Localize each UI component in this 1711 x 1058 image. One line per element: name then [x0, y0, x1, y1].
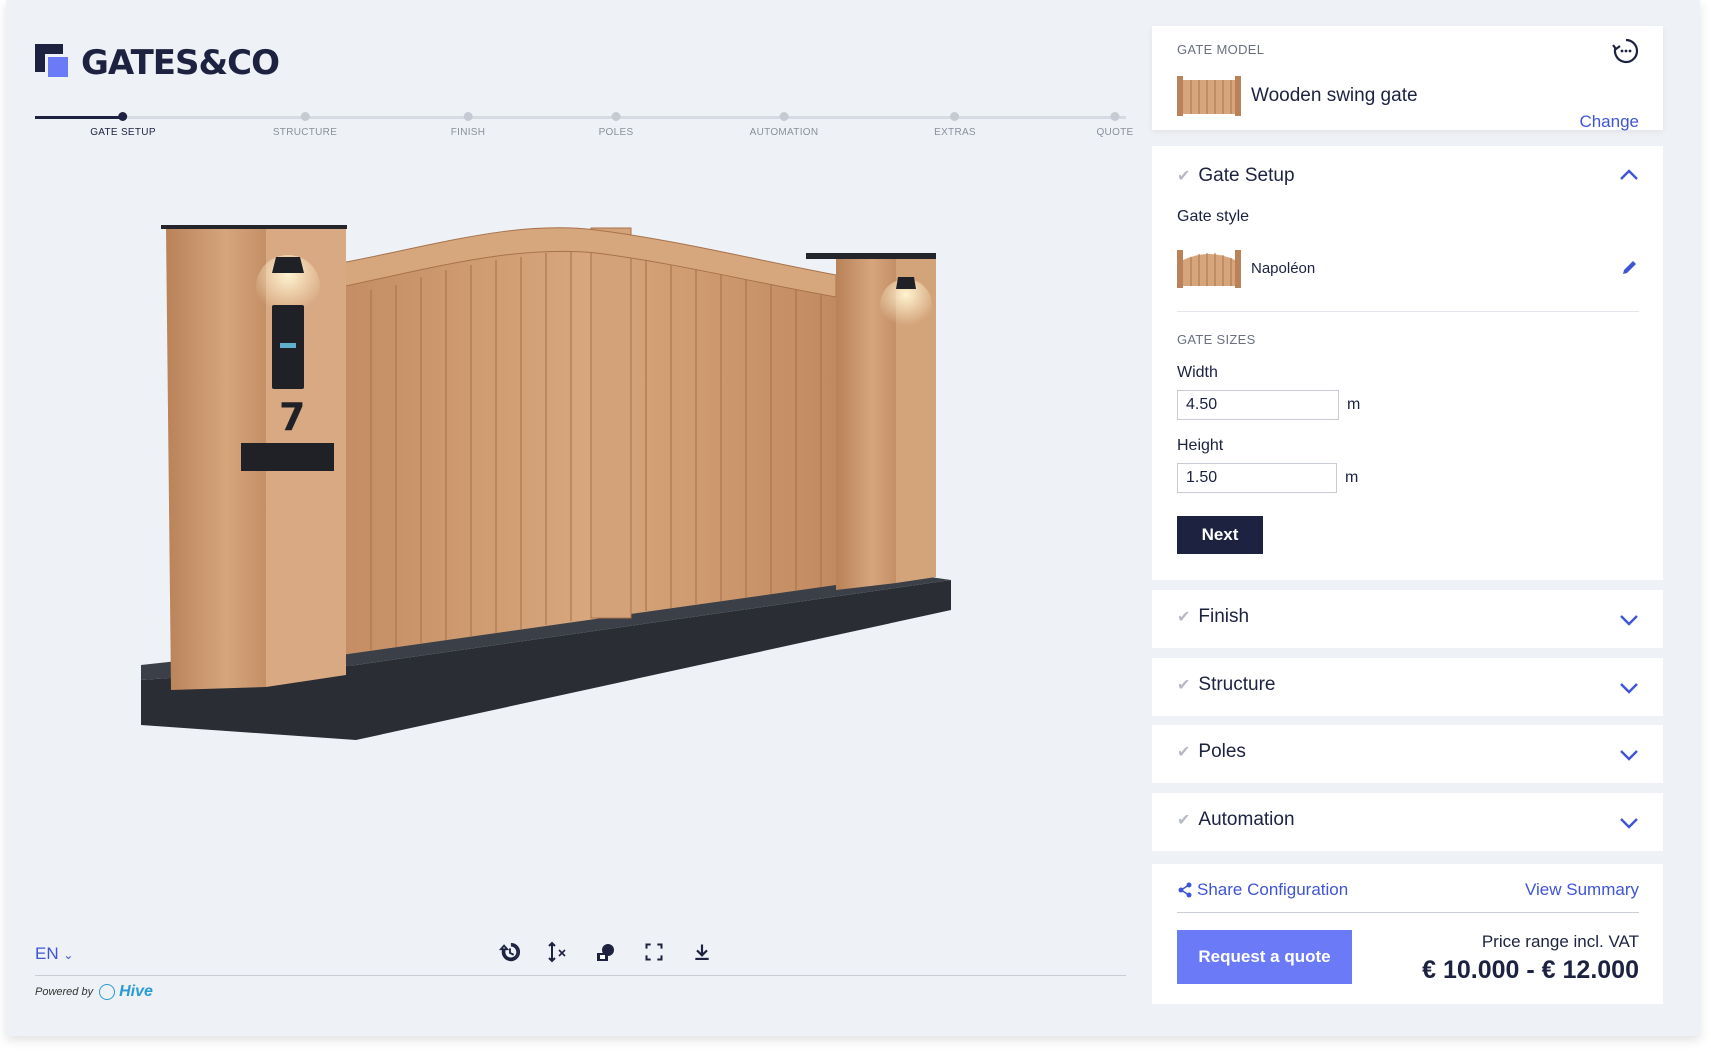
price-range-value: € 10.000 - € 12.000 — [1422, 956, 1639, 984]
step-poles[interactable]: POLES — [599, 112, 634, 138]
gate-panel — [341, 227, 836, 655]
share-configuration-link[interactable]: Share Configuration — [1177, 880, 1348, 900]
chevron-up-icon[interactable] — [1619, 169, 1639, 181]
gate-style-thumbnail — [1177, 250, 1241, 288]
check-icon: ✔ — [1177, 744, 1191, 761]
height-unit: m — [1345, 469, 1359, 486]
chevron-down-icon[interactable] — [1619, 749, 1639, 761]
step-automation[interactable]: AUTOMATION — [750, 112, 819, 138]
gate-model-name: Wooden swing gate — [1251, 85, 1418, 106]
hive-brand-link[interactable]: Hive — [99, 983, 153, 1001]
finish-header: ✔ Finish — [1177, 606, 1250, 627]
quote-footer: Share Configuration View Summary Request… — [1152, 864, 1663, 1004]
restore-icon[interactable] — [1611, 36, 1641, 66]
gate-setup-header[interactable]: ✔ Gate Setup — [1177, 165, 1295, 187]
height-input[interactable] — [1177, 463, 1337, 493]
gate-style-label: Gate style — [1177, 208, 1250, 225]
setup-divider — [1177, 311, 1639, 312]
right-pillar-cap — [806, 253, 936, 259]
gate-3d-viewer[interactable]: 7 — [136, 225, 1056, 825]
gate-center-stile — [590, 227, 632, 619]
viewer-divider — [35, 975, 1126, 976]
change-model-link[interactable]: Change — [1579, 112, 1639, 132]
automation-header: ✔ Automation — [1177, 809, 1295, 830]
accordion-poles[interactable]: ✔ Poles — [1152, 725, 1663, 783]
step-extras[interactable]: EXTRAS — [934, 112, 976, 138]
right-lamp — [896, 277, 916, 289]
accordion-structure[interactable]: ✔ Structure — [1152, 658, 1663, 716]
gate-model-card: GATE MODEL Wooden swing gate Change — [1152, 26, 1663, 132]
check-icon: ✔ — [1177, 609, 1191, 626]
step-gate-setup[interactable]: GATE SETUP — [90, 112, 156, 138]
mailbox-slot — [241, 443, 334, 471]
gate-sizes-label: GATE SIZES — [1177, 332, 1256, 347]
width-label: Width — [1177, 364, 1218, 381]
height-label: Height — [1177, 437, 1224, 454]
configurator-app: GATES&CO GATE SETUP STRUCTURE FINISH POL… — [6, 0, 1700, 1036]
gate-model-thumbnail — [1177, 76, 1241, 116]
accordion-finish[interactable]: ✔ Finish — [1152, 590, 1663, 648]
download-icon[interactable] — [688, 938, 716, 966]
left-pillar-cap — [161, 225, 347, 229]
progress-stepper: GATE SETUP STRUCTURE FINISH POLES AUTOMA… — [35, 112, 1133, 146]
step-finish[interactable]: FINISH — [451, 112, 486, 138]
gate-style-name: Napoléon — [1251, 259, 1316, 277]
chevron-down-icon[interactable] — [1619, 614, 1639, 626]
width-unit: m — [1347, 396, 1361, 413]
history-icon[interactable] — [496, 938, 524, 966]
chevron-down-icon[interactable] — [1619, 817, 1639, 829]
request-quote-button[interactable]: Request a quote — [1177, 930, 1352, 984]
viewer-toolbar — [496, 938, 716, 966]
brand-name: GATES&CO — [81, 43, 280, 83]
house-number: 7 — [279, 395, 305, 439]
width-row: m — [1177, 390, 1360, 420]
logo-mark-icon — [35, 44, 73, 82]
language-selector[interactable]: EN ⌄ — [35, 944, 73, 964]
height-row: m — [1177, 463, 1358, 493]
hive-logo-icon — [99, 984, 116, 1000]
price-range-label: Price range incl. VAT — [1481, 932, 1639, 951]
step-quote[interactable]: QUOTE — [1096, 112, 1133, 138]
check-icon: ✔ — [1177, 677, 1191, 694]
gate-model-row: Wooden swing gate — [1177, 76, 1418, 116]
dimensions-icon[interactable] — [544, 938, 572, 966]
check-icon: ✔ — [1177, 168, 1191, 185]
chevron-down-icon[interactable] — [1619, 682, 1639, 694]
accordion-automation[interactable]: ✔ Automation — [1152, 793, 1663, 851]
fullscreen-icon[interactable] — [640, 938, 668, 966]
chevron-down-icon: ⌄ — [63, 948, 74, 962]
edit-pencil-icon[interactable] — [1621, 258, 1639, 276]
share-icon — [1178, 882, 1192, 898]
view-summary-link[interactable]: View Summary — [1525, 880, 1639, 900]
width-input[interactable] — [1177, 390, 1339, 420]
structure-header: ✔ Structure — [1177, 674, 1276, 695]
poles-header: ✔ Poles — [1177, 741, 1246, 762]
left-lamp — [272, 257, 304, 273]
brand-logo[interactable]: GATES&CO — [35, 43, 280, 83]
gate-model-label: GATE MODEL — [1177, 42, 1265, 57]
gate-style-row: Napoléon — [1177, 248, 1315, 288]
gate-setup-section: ✔ Gate Setup Gate style Napoléon GATE SI… — [1152, 146, 1663, 580]
ar-view-icon[interactable] — [592, 938, 620, 966]
step-structure[interactable]: STRUCTURE — [273, 112, 337, 138]
powered-by: Powered by Hive — [35, 983, 153, 1001]
footer-divider — [1177, 912, 1639, 913]
next-button[interactable]: Next — [1177, 516, 1263, 554]
check-icon: ✔ — [1177, 812, 1191, 829]
